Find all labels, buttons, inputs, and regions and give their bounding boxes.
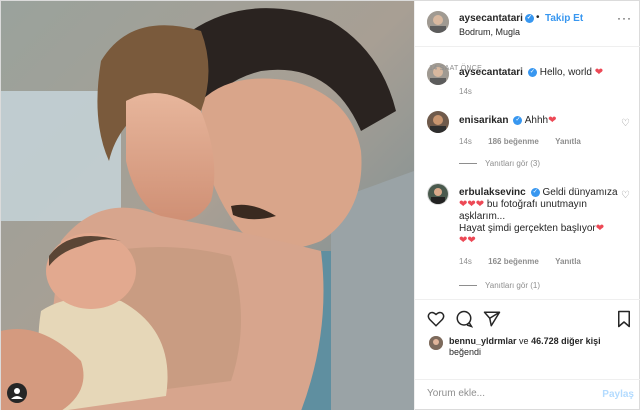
reply-button[interactable]: Yanıtla: [555, 137, 581, 146]
comment-time[interactable]: 14s: [459, 137, 472, 146]
comment-bubble-icon[interactable]: [455, 310, 474, 328]
comment-line: ❤❤❤ bu fotoğrafı unutmayın: [459, 199, 629, 211]
comment-input[interactable]: [427, 388, 587, 399]
post-photo-image: [1, 1, 414, 410]
heart-emoji-icon: ❤❤: [459, 235, 476, 246]
comment-text-line: enisarikan ✓ Ahhh❤: [459, 115, 619, 127]
heart-emoji-icon: ❤: [548, 115, 557, 126]
post-location[interactable]: Bodrum, Mugla: [459, 27, 520, 37]
post-time-ago[interactable]: 14 SAAT ÖNCE: [429, 65, 482, 72]
post-comment-button[interactable]: Paylaş: [602, 389, 634, 400]
comment-meta: 14s 186 beğenme Yanıtla: [459, 137, 595, 146]
caption-time[interactable]: 14s: [459, 87, 472, 96]
post-side-panel: aysecantatari ✓ • Takip Et Bodrum, Mugla …: [414, 1, 640, 410]
replies-divider: [459, 163, 477, 165]
verified-badge-icon: ✓: [524, 13, 534, 23]
comment-username[interactable]: erbulaksevinc: [459, 187, 526, 198]
comment-text: Hayat şimdi gerçekten başlıyor: [459, 223, 596, 234]
likes-suffix: beğendi: [449, 347, 482, 357]
more-options-icon[interactable]: ···: [617, 11, 632, 25]
comment-line: aşklarım...: [459, 211, 506, 222]
author-username[interactable]: aysecantatari ✓: [459, 13, 534, 24]
comment-line: erbulaksevinc ✓ Geldi dünyamıza: [459, 187, 629, 199]
comment-text-block: erbulaksevinc ✓ Geldi dünyamıza ❤❤❤ bu fo…: [459, 187, 629, 247]
tagged-users-icon[interactable]: [7, 383, 27, 403]
comment-avatar[interactable]: [427, 183, 449, 205]
verified-badge-icon: ✓: [527, 67, 537, 77]
verified-badge-icon: ✓: [513, 115, 523, 125]
comment-text: Ahhh: [524, 115, 549, 126]
comment-like-heart-icon[interactable]: ♡: [621, 118, 630, 129]
bookmark-icon[interactable]: [615, 310, 633, 328]
follow-button[interactable]: Takip Et: [545, 13, 583, 24]
comment-meta: 14s 162 beğenme Yanıtla: [459, 257, 595, 266]
liker-username[interactable]: bennu_yldrmlar: [449, 336, 517, 346]
comment-username[interactable]: enisarikan: [459, 115, 508, 126]
caption-meta: 14s: [459, 87, 486, 96]
heart-emoji-icon: ❤: [595, 223, 605, 234]
view-replies-button[interactable]: Yanıtları gör (1): [459, 281, 540, 290]
verified-badge-icon: ✓: [530, 187, 540, 197]
likes-connector: ve: [519, 336, 529, 346]
post-actions: bennu_yldrmlar ve 46.728 diğer kişi beğe…: [415, 299, 640, 361]
heart-emoji-icon: ❤: [594, 67, 604, 78]
comment-line: ❤❤: [459, 235, 629, 247]
add-comment-bar: Paylaş: [415, 379, 640, 410]
liker-avatar[interactable]: [429, 336, 443, 350]
caption-text: Hello, world: [539, 67, 592, 78]
comment-text: Geldi dünyamıza: [542, 187, 618, 198]
comments-list: aysecantatari ✓ Hello, world ❤ 14s enisar…: [415, 47, 640, 299]
replies-divider: [459, 285, 477, 287]
instagram-post-frame: aysecantatari ✓ • Takip Et Bodrum, Mugla …: [0, 0, 640, 410]
share-paper-plane-icon[interactable]: [483, 310, 501, 328]
comment-time[interactable]: 14s: [459, 257, 472, 266]
comment-line: Hayat şimdi gerçekten başlıyor❤: [459, 223, 629, 235]
comment-like-heart-icon[interactable]: ♡: [621, 190, 630, 201]
post-header: aysecantatari ✓ • Takip Et Bodrum, Mugla …: [415, 1, 640, 47]
like-heart-icon[interactable]: [427, 310, 445, 328]
comment-avatar[interactable]: [427, 111, 449, 133]
likes-count[interactable]: 46.728 diğer kişi: [531, 336, 601, 346]
heart-emoji-icon: ❤❤❤: [459, 199, 485, 210]
author-avatar[interactable]: [427, 11, 449, 33]
reply-button[interactable]: Yanıtla: [555, 257, 581, 266]
view-replies-button[interactable]: Yanıtları gör (3): [459, 159, 540, 168]
view-replies-label[interactable]: Yanıtları gör (3): [485, 159, 540, 168]
likes-summary: bennu_yldrmlar ve 46.728 diğer kişi beğe…: [449, 336, 601, 358]
separator-dot: •: [536, 12, 540, 23]
comment-likes[interactable]: 162 beğenme: [488, 257, 539, 266]
view-replies-label[interactable]: Yanıtları gör (1): [485, 281, 540, 290]
post-photo[interactable]: [1, 1, 414, 410]
comment-text: bu fotoğrafı unutmayın: [486, 199, 587, 210]
comment-likes[interactable]: 186 beğenme: [488, 137, 539, 146]
caption-text-line: aysecantatari ✓ Hello, world ❤: [459, 67, 629, 79]
